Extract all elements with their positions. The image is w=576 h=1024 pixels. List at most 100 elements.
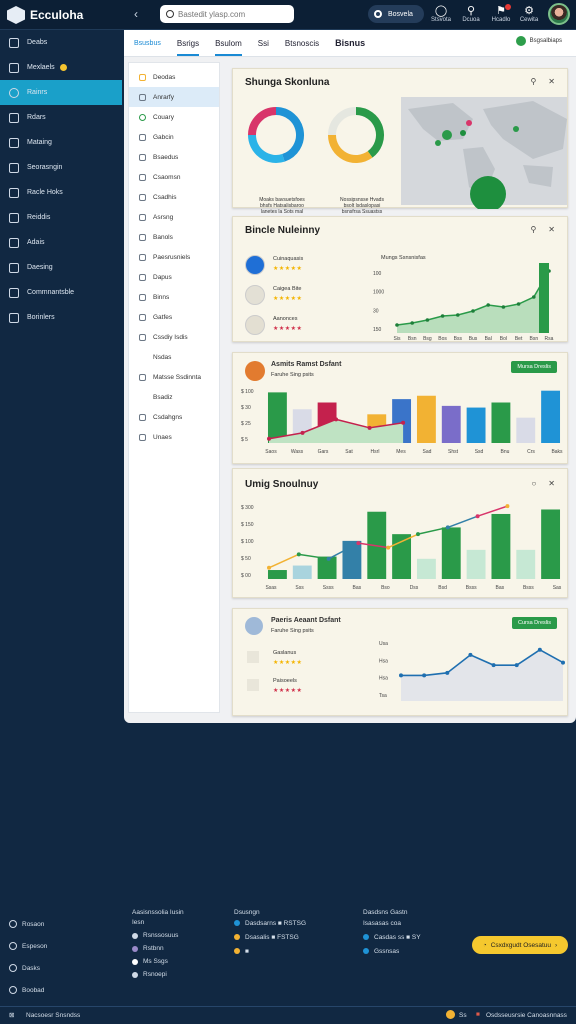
tab-2[interactable]: Bsulom bbox=[215, 39, 242, 56]
list-item[interactable]: Gatfes bbox=[129, 307, 219, 327]
app-logo[interactable]: Ecculoha bbox=[7, 6, 83, 24]
list-item[interactable]: Matsse Ssdinnta bbox=[129, 367, 219, 387]
bottom-section: Rosaon Espeson Dasks Boobad Aasisnssolia Iu… bbox=[0, 905, 576, 1005]
bottom-nav-item[interactable]: Espeson bbox=[9, 935, 47, 957]
tab-3[interactable]: Ssi bbox=[258, 39, 269, 48]
column-row[interactable]: Casdas ss ■ SY bbox=[363, 930, 421, 944]
reviewer-icon bbox=[247, 651, 259, 663]
details-button[interactable]: Mursa Dreslis bbox=[511, 361, 557, 373]
notify-button[interactable]: ⚑ Hcadlo bbox=[490, 4, 512, 23]
data-point bbox=[514, 663, 519, 668]
column-title: Dsusngn bbox=[234, 909, 260, 916]
search-input[interactable] bbox=[178, 9, 288, 19]
reviewer-icon bbox=[247, 679, 259, 691]
list-item[interactable]: Unaes bbox=[129, 427, 219, 447]
x-tick-label: Bnu bbox=[501, 449, 510, 455]
x-tick-label: Ssd bbox=[475, 449, 484, 455]
sidebar-item-11[interactable]: Borinlers bbox=[0, 305, 122, 330]
bar bbox=[491, 513, 511, 579]
sidebar-item-3[interactable]: Rdars bbox=[0, 105, 122, 130]
bar bbox=[516, 549, 536, 579]
tag-icon bbox=[9, 187, 19, 198]
sidebar-item-2[interactable]: Rainrs bbox=[0, 80, 122, 105]
list-icon bbox=[139, 213, 146, 221]
tab-1[interactable]: Bsrigs bbox=[176, 39, 200, 56]
sidebar-item-6[interactable]: Racle Hoks bbox=[0, 180, 122, 205]
column-row[interactable]: Ms Ssgs bbox=[132, 955, 184, 968]
card-bar-summary: Asmits Ramst Dsfant Faruhe Sing psits Mu… bbox=[232, 352, 568, 464]
list-item[interactable]: Deodas bbox=[129, 67, 219, 87]
column-row[interactable]: Isasasas coa bbox=[363, 916, 421, 930]
sidebar-item-4[interactable]: Mataing bbox=[0, 130, 122, 155]
details-button[interactable]: Cursa Dreslis bbox=[511, 617, 557, 629]
stats-button[interactable]: ◯ Stsvota bbox=[430, 5, 452, 23]
list-item[interactable]: Bsaedus bbox=[129, 147, 219, 167]
cta-button[interactable]: ◔ Csxdxgudt Osesatuu › bbox=[472, 936, 568, 954]
y-tick-label: $ 50 bbox=[241, 556, 251, 562]
column-row[interactable]: Gssnsas bbox=[363, 944, 421, 958]
bullet-icon bbox=[363, 934, 369, 940]
tab-0[interactable]: Bsusbus bbox=[134, 40, 161, 47]
list-item[interactable]: Gabcin bbox=[129, 127, 219, 147]
list-item[interactable]: Dapus bbox=[129, 267, 219, 287]
column-row[interactable]: Rsnoepi bbox=[132, 968, 184, 981]
chat-icon: ◔ bbox=[482, 941, 487, 949]
card-mixed-chart: Umig Snoulnuy ○ ✕ $ 300 $ 150 $ 100 $ 50 $ 00… bbox=[232, 468, 568, 598]
tab-4[interactable]: Btsnoscis bbox=[285, 39, 319, 48]
footer-left-text[interactable]: Nacsoesr Snsndss bbox=[26, 1012, 80, 1019]
list-item[interactable]: Anrarfy bbox=[129, 87, 219, 107]
list-item[interactable]: Bsadiz bbox=[129, 387, 219, 407]
column-row-label: Casdas ss ■ SY bbox=[374, 933, 421, 941]
bottom-nav-item[interactable]: Boobad bbox=[9, 979, 47, 1001]
y-tick-label: $ 100 bbox=[241, 539, 254, 545]
list-item[interactable]: Nsdas bbox=[129, 347, 219, 367]
sidebar-item-5[interactable]: Seorasngin bbox=[0, 155, 122, 180]
notification-badge bbox=[505, 4, 511, 10]
list-item[interactable]: Csadhis bbox=[129, 187, 219, 207]
user-avatar[interactable] bbox=[548, 3, 570, 25]
category-list: Deodas Anrarfy Couary Gabcin Bsaedus Csaomsn C… bbox=[128, 62, 220, 713]
sidebar-item-1[interactable]: Mexlaels bbox=[0, 55, 122, 80]
list-item[interactable]: Banols bbox=[129, 227, 219, 247]
column-row[interactable]: Iesn bbox=[132, 916, 184, 929]
bottom-nav-item[interactable]: Rosaon bbox=[9, 913, 47, 935]
sidebar-item-0[interactable]: Deabs bbox=[0, 30, 122, 55]
top-icon-label: Stsvota bbox=[430, 17, 451, 23]
sidebar-item-8[interactable]: Adais bbox=[0, 230, 122, 255]
column-row[interactable]: Dasdsarns ■ RSTSG bbox=[234, 916, 306, 930]
bottom-nav-item[interactable]: Dasks bbox=[9, 957, 47, 979]
refresh-icon[interactable]: ○ bbox=[531, 479, 536, 488]
column-row[interactable]: Rsnssosuus bbox=[132, 929, 184, 942]
column-row[interactable]: Dsasalis ■ FSTSG bbox=[234, 930, 306, 944]
close-icon[interactable]: ✕ bbox=[548, 479, 555, 488]
chart-icon bbox=[9, 212, 19, 223]
sidebar-item-7[interactable]: Reiddis bbox=[0, 205, 122, 230]
sidebar-item-9[interactable]: Daesing bbox=[0, 255, 122, 280]
list-item[interactable]: Cssdiy Isdis bbox=[129, 327, 219, 347]
search-bar[interactable] bbox=[160, 5, 294, 23]
list-item[interactable]: Csdahgns bbox=[129, 407, 219, 427]
view-toggle[interactable]: Bosvela bbox=[368, 5, 424, 23]
close-icon[interactable]: ✕ bbox=[548, 225, 555, 234]
x-tick-label: Crs bbox=[527, 449, 535, 455]
sidebar-item-label: Commnantsble bbox=[27, 289, 75, 296]
list-item-label: Gatfes bbox=[153, 313, 173, 321]
list-item[interactable]: Csaomsn bbox=[129, 167, 219, 187]
status-pill[interactable]: Bsgsalbiaps bbox=[515, 36, 562, 46]
card-title: Umig Snoulnuy bbox=[245, 479, 319, 490]
bag-button[interactable]: ⚲ Dcuoa bbox=[460, 5, 482, 23]
collapse-icon[interactable]: ‹ bbox=[134, 7, 138, 21]
list-item[interactable]: Asrsng bbox=[129, 207, 219, 227]
column-row[interactable]: Rstbnn bbox=[132, 942, 184, 955]
list-item[interactable]: Binns bbox=[129, 287, 219, 307]
list-item-label: Gabcin bbox=[153, 133, 174, 141]
list-item[interactable]: Paesrusniels bbox=[129, 247, 219, 267]
column-row[interactable]: ■ bbox=[234, 944, 306, 958]
list-item[interactable]: Couary bbox=[129, 107, 219, 127]
footer-right-text[interactable]: Osdsseusrsie Canoasnnass bbox=[486, 1012, 567, 1019]
settings-button[interactable]: ⚙ Cewita bbox=[518, 5, 540, 23]
list-icon bbox=[139, 113, 146, 121]
status-label: Bsgsalbiaps bbox=[529, 38, 562, 44]
sidebar-item-10[interactable]: Commnantsble bbox=[0, 280, 122, 305]
search-icon[interactable]: ⚲ bbox=[530, 225, 536, 234]
